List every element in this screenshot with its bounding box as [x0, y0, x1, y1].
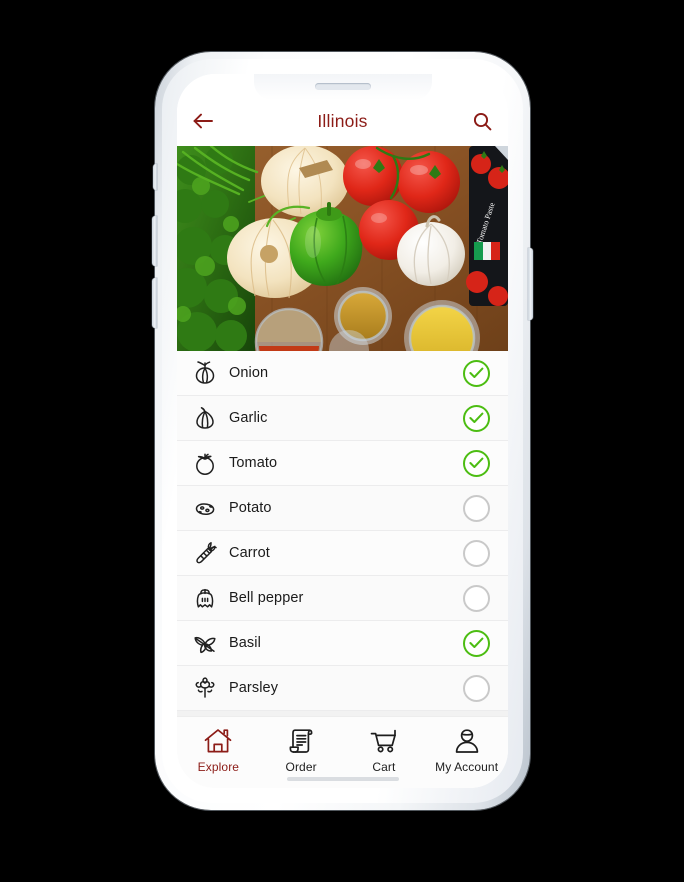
carrot-icon — [191, 539, 219, 567]
ingredient-row[interactable]: Onion — [177, 351, 508, 396]
check-icon — [469, 637, 484, 648]
ingredient-checkbox-unchecked[interactable] — [463, 494, 490, 522]
check-icon — [469, 457, 484, 468]
basil-icon — [194, 636, 216, 654]
ingredient-row[interactable]: Basil — [177, 621, 508, 666]
garlic-icon — [196, 407, 214, 429]
ingredient-checkbox-checked[interactable] — [463, 404, 490, 432]
parsley-icon — [191, 674, 219, 702]
ingredient-checkbox-unchecked[interactable] — [463, 674, 490, 702]
receipt-icon — [289, 728, 313, 753]
cart-icon — [370, 729, 396, 752]
nav-item-my-account[interactable]: My Account — [425, 726, 508, 774]
nav-item-label: Order — [285, 759, 317, 774]
garlic-icon — [191, 404, 219, 432]
ingredient-label: Bell pepper — [229, 590, 304, 606]
volume-down-button[interactable] — [152, 278, 157, 328]
power-button[interactable] — [528, 248, 533, 320]
phone-device-frame: Illinois Tomato Paste Onion Garlic Tomat… — [152, 52, 533, 810]
ingredient-row[interactable]: Tomato — [177, 441, 508, 486]
potato-icon — [191, 494, 219, 522]
home-icon — [203, 726, 233, 756]
earpiece-speaker — [314, 83, 371, 90]
nav-item-label: Cart — [372, 759, 396, 774]
home-icon — [205, 728, 232, 752]
nav-item-order[interactable]: Order — [260, 726, 343, 774]
ingredient-row[interactable]: Carrot — [177, 531, 508, 576]
parsley-icon — [195, 677, 215, 698]
phone-screen: Illinois Tomato Paste Onion Garlic Tomat… — [177, 74, 508, 788]
arrow-left-icon — [193, 113, 213, 129]
bell-pepper-icon — [191, 584, 219, 612]
check-icon — [469, 367, 484, 378]
silent-switch-button[interactable] — [153, 164, 157, 190]
search-button[interactable] — [458, 106, 492, 136]
bell-pepper-icon — [196, 588, 214, 608]
ingredient-label: Garlic — [229, 410, 268, 426]
ingredient-checkbox-unchecked[interactable] — [463, 584, 490, 612]
home-indicator — [286, 777, 399, 781]
person-icon — [453, 726, 481, 756]
ingredient-label: Potato — [229, 500, 272, 516]
nav-item-label: My Account — [435, 759, 499, 774]
ingredient-row[interactable]: Potato — [177, 486, 508, 531]
carrot-icon — [196, 542, 217, 564]
potato-icon — [195, 503, 215, 515]
ingredient-label: Basil — [229, 635, 261, 651]
hero-photo-illustration: Tomato Paste — [177, 146, 508, 351]
ingredient-row[interactable]: Garlic — [177, 396, 508, 441]
onion-icon — [195, 361, 215, 384]
volume-up-button[interactable] — [152, 216, 157, 266]
ingredient-checkbox-unchecked[interactable] — [463, 539, 490, 567]
ingredient-row[interactable]: Parsley — [177, 666, 508, 711]
person-icon — [455, 728, 478, 753]
back-button[interactable] — [193, 106, 227, 136]
ingredient-checkbox-checked[interactable] — [463, 359, 490, 387]
ingredient-label: Onion — [229, 365, 269, 381]
basil-icon — [191, 629, 219, 657]
tomato-icon — [196, 453, 214, 475]
onion-icon — [191, 359, 219, 387]
ingredient-checkbox-checked[interactable] — [463, 629, 490, 657]
receipt-icon — [287, 726, 315, 756]
ingredient-label: Carrot — [229, 545, 270, 561]
ingredient-label: Parsley — [229, 680, 279, 696]
nav-item-cart[interactable]: Cart — [343, 726, 426, 774]
search-icon — [473, 112, 492, 130]
nav-item-label: Explore — [197, 759, 240, 774]
nav-item-explore[interactable]: Explore — [177, 726, 260, 774]
page-title: Illinois — [317, 111, 368, 131]
ingredient-label: Tomato — [229, 455, 278, 471]
ingredient-list[interactable]: Onion Garlic Tomato Potato Carrot Bell p… — [177, 351, 508, 716]
check-icon — [469, 412, 484, 423]
tomato-icon — [191, 449, 219, 477]
ingredient-row[interactable]: Bell pepper — [177, 576, 508, 621]
cart-icon — [369, 726, 399, 756]
ingredient-checkbox-checked[interactable] — [463, 449, 490, 477]
hero-food-photo: Tomato Paste — [177, 146, 508, 351]
